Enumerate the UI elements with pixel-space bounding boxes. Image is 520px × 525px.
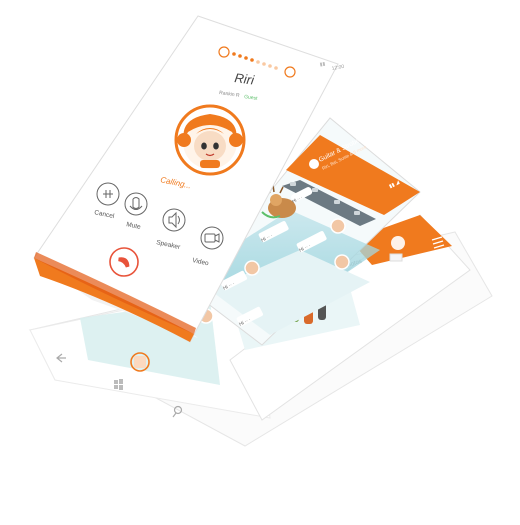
video-icon [200,226,224,250]
third-screen-avatar [391,236,405,250]
status-time: 12:00 [331,64,345,72]
mute-icon [124,192,148,216]
hangup-button[interactable] [109,247,139,277]
chat-avatar [244,260,260,276]
contact-name: Riri [234,70,256,88]
promo-stage: photos Guitar & Strobe Riri, Bai, Susie … [0,0,520,520]
chat-avatar [330,218,346,234]
phone-mockup-stack: photos Guitar & Strobe Riri, Bai, Susie … [28,15,493,447]
chat-group-avatar [309,159,319,169]
chat-avatar [334,254,350,270]
speaker-icon [162,208,186,232]
